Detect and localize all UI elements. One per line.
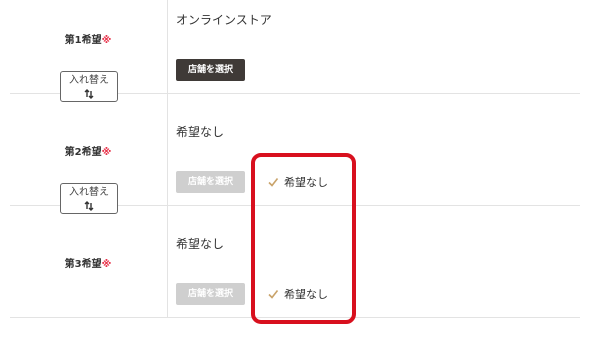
row-label-text: 第1希望 — [64, 35, 102, 46]
swap-button-1[interactable]: 入れ替え — [60, 71, 118, 102]
store-value-1: オンラインストア — [176, 13, 272, 27]
column-divider — [167, 0, 168, 318]
row-label-text: 第2希望 — [64, 147, 102, 158]
required-mark: ※ — [101, 259, 112, 270]
row-label-2: 第2希望※ — [0, 143, 176, 158]
swap-button-label: 入れ替え — [69, 187, 109, 198]
highlight-annotation — [251, 153, 356, 324]
swap-arrows-icon — [84, 89, 94, 99]
store-value-2: 希望なし — [176, 125, 225, 139]
row-label-3: 第3希望※ — [0, 255, 176, 270]
swap-button-2[interactable]: 入れ替え — [60, 183, 118, 214]
store-value-3: 希望なし — [176, 237, 225, 251]
select-store-button-2: 店舗を選択 — [176, 171, 245, 193]
select-store-button-1[interactable]: 店舗を選択 — [176, 59, 245, 81]
row-label-text: 第3希望 — [64, 259, 102, 270]
select-store-button-3: 店舗を選択 — [176, 283, 245, 305]
preference-form: 第1希望※ オンラインストア 店舗を選択 入れ替え 第2希望※ 希望なし 店舗を… — [0, 0, 598, 337]
swap-arrows-icon — [84, 201, 94, 211]
required-mark: ※ — [101, 147, 112, 158]
row-label-1: 第1希望※ — [0, 31, 176, 46]
required-mark: ※ — [101, 35, 112, 46]
swap-button-label: 入れ替え — [69, 75, 109, 86]
